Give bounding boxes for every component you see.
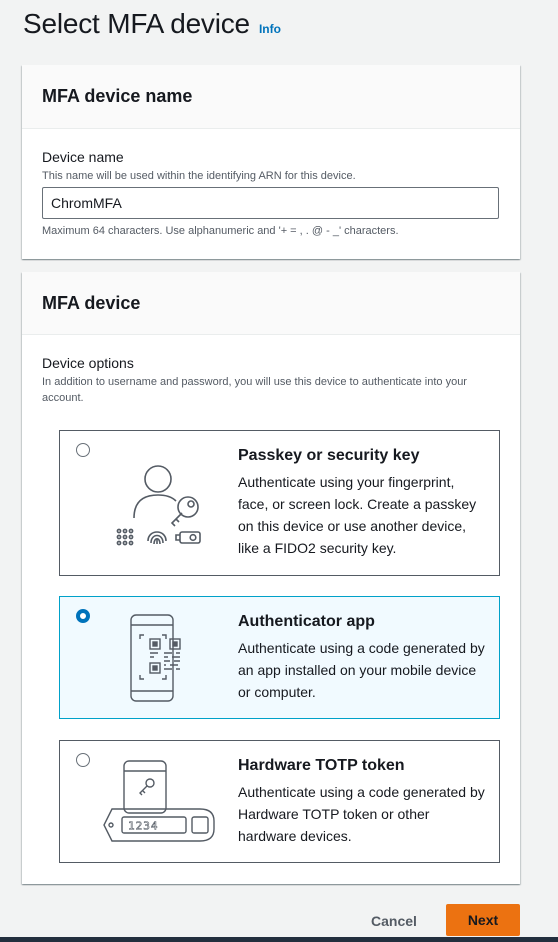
option-tile-hardware-totp[interactable]: 1234 Hardware TOTP token Authenticate us… — [59, 740, 500, 863]
passkey-icon — [116, 465, 201, 546]
radio-authenticator-app[interactable] — [76, 609, 90, 623]
authenticator-app-title: Authenticator app — [238, 613, 375, 630]
device-name-input[interactable] — [42, 187, 499, 219]
hardware-token-icon: 1234 — [103, 760, 215, 842]
device-name-section-heading: MFA device name — [42, 86, 193, 106]
mfa-device-card-body: Device options In addition to username a… — [22, 335, 520, 883]
passkey-title: Passkey or security key — [238, 447, 420, 464]
option-tile-passkey[interactable]: Passkey or security key Authenticate usi… — [59, 430, 500, 576]
mfa-device-card-header: MFA device — [22, 272, 520, 335]
device-name-card-header: MFA device name — [22, 65, 520, 129]
device-name-card: MFA device name Device name This name wi… — [22, 65, 520, 259]
next-button[interactable]: Next — [446, 904, 520, 936]
device-name-card-body: Device name This name will be used withi… — [22, 129, 520, 258]
page-title: Select MFA device — [23, 8, 250, 39]
hardware-totp-description: Authenticate using a code generated by H… — [238, 784, 485, 844]
cancel-button[interactable]: Cancel — [354, 906, 434, 936]
device-name-label: Device name — [42, 149, 124, 165]
authenticator-app-description: Authenticate using a code generated by a… — [238, 640, 485, 700]
authenticator-phone-icon — [130, 614, 181, 702]
radio-passkey[interactable] — [76, 443, 90, 457]
token-display-digits: 1234 — [128, 820, 159, 833]
hardware-totp-text: Hardware TOTP token Authenticate using a… — [238, 757, 488, 847]
device-options-description: In addition to username and password, yo… — [42, 376, 467, 404]
radio-hardware-totp[interactable] — [76, 753, 90, 767]
authenticator-app-text: Authenticator app Authenticate using a c… — [238, 613, 488, 703]
passkey-text: Passkey or security key Authenticate usi… — [238, 447, 488, 559]
device-options-label: Device options — [42, 355, 134, 371]
info-link[interactable]: Info — [259, 22, 281, 36]
hardware-totp-title: Hardware TOTP token — [238, 757, 405, 774]
bottom-bar — [0, 937, 558, 942]
device-name-description: This name will be used within the identi… — [42, 170, 356, 182]
page-header: Select MFA device Info — [23, 8, 281, 40]
option-tile-authenticator-app[interactable]: Authenticator app Authenticate using a c… — [59, 596, 500, 719]
mfa-device-card: MFA device Device options In addition to… — [22, 272, 520, 884]
passkey-description: Authenticate using your fingerprint, fac… — [238, 474, 477, 556]
device-name-constraint: Maximum 64 characters. Use alphanumeric … — [42, 225, 399, 237]
mfa-device-section-heading: MFA device — [42, 292, 141, 313]
